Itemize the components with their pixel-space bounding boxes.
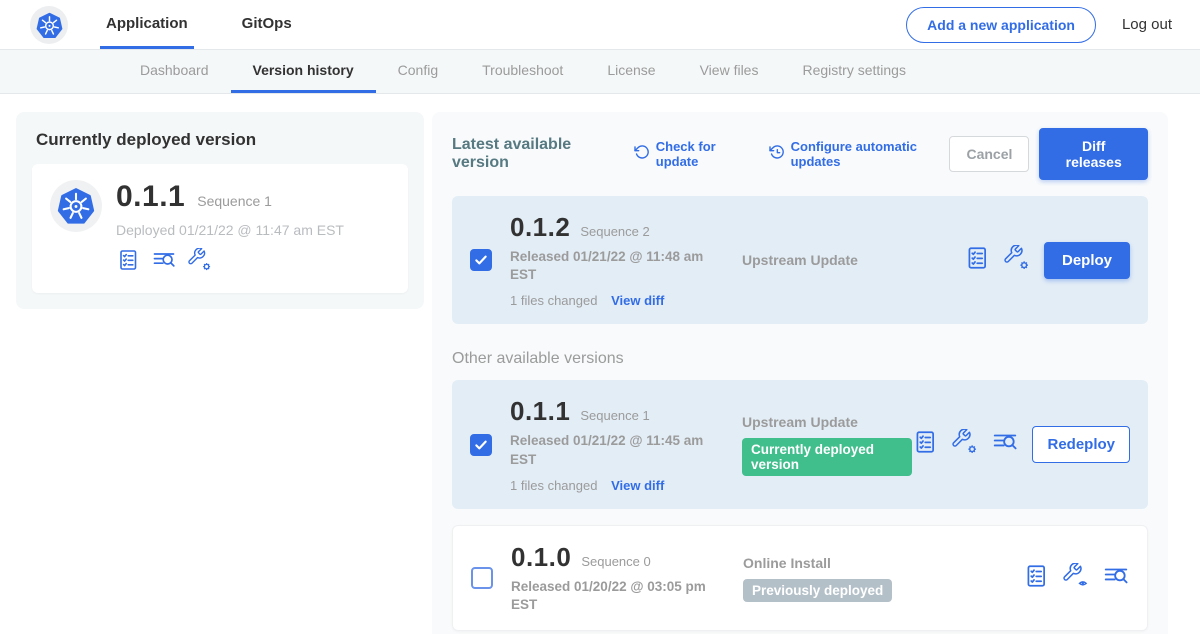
kubernetes-logo[interactable] [30, 6, 68, 44]
currently-deployed-panel: Currently deployed version 0.1.1 Sequenc… [16, 112, 424, 309]
files-changed-label: 1 files changed [510, 478, 597, 493]
deployed-timestamp: Deployed 01/21/22 @ 11:47 am EST [116, 222, 344, 238]
check-for-update-link[interactable]: Check for update [634, 139, 749, 169]
version-row-0-1-0: 0.1.0 Sequence 0 Released 01/20/22 @ 03:… [452, 525, 1148, 631]
latest-available-title: Latest available version [452, 136, 614, 172]
subnav-view-files[interactable]: View files [678, 50, 781, 93]
tab-gitops[interactable]: GitOps [236, 0, 298, 49]
version-number: 0.1.0 [511, 542, 571, 573]
released-timestamp: Released 01/20/22 @ 03:05 pm EST [511, 578, 716, 614]
deployed-version-number: 0.1.1 [116, 180, 185, 214]
app-subnav: Dashboard Version history Config Trouble… [0, 50, 1200, 94]
sequence-label: Sequence 2 [580, 224, 649, 239]
subnav-troubleshoot[interactable]: Troubleshoot [460, 50, 585, 93]
top-tabs: Application GitOps [100, 0, 340, 49]
sequence-label: Sequence 0 [581, 554, 650, 569]
redeploy-button[interactable]: Redeploy [1032, 426, 1130, 463]
subnav-version-history[interactable]: Version history [231, 50, 376, 93]
configure-auto-updates-label: Configure automatic updates [791, 139, 950, 169]
version-row-0-1-2: 0.1.2 Sequence 2 Released 01/21/22 @ 11:… [452, 196, 1148, 324]
logs-magnifier-icon[interactable] [1103, 563, 1129, 594]
other-versions-title: Other available versions [452, 350, 1148, 368]
deployed-version-card: 0.1.1 Sequence 1 Deployed 01/21/22 @ 11:… [32, 164, 408, 293]
deploy-button[interactable]: Deploy [1044, 242, 1130, 279]
logs-magnifier-icon[interactable] [152, 248, 176, 277]
configure-auto-updates-link[interactable]: Configure automatic updates [769, 139, 950, 169]
currently-deployed-title: Currently deployed version [32, 130, 408, 150]
subnav-dashboard[interactable]: Dashboard [118, 50, 231, 93]
add-new-application-button[interactable]: Add a new application [906, 7, 1096, 43]
subnav-config[interactable]: Config [376, 50, 460, 93]
config-wrench-eye-icon[interactable] [1063, 563, 1089, 594]
config-wrench-gear-icon[interactable] [188, 248, 212, 277]
check-for-update-label: Check for update [656, 139, 749, 169]
preflight-checklist-icon[interactable] [116, 248, 140, 277]
tab-application[interactable]: Application [100, 0, 194, 49]
diff-releases-button[interactable]: Diff releases [1039, 128, 1148, 180]
topnav-right: Add a new application Log out [906, 0, 1200, 49]
sequence-label: Sequence 1 [580, 408, 649, 423]
clock-arrow-icon [769, 144, 785, 165]
refresh-icon [634, 144, 650, 165]
files-changed-label: 1 files changed [510, 293, 597, 308]
currently-deployed-badge: Currently deployed version [742, 438, 912, 476]
released-timestamp: Released 01/21/22 @ 11:45 am EST [510, 432, 715, 468]
released-timestamp: Released 01/21/22 @ 11:48 am EST [510, 248, 715, 284]
version-source-label: Upstream Update [742, 414, 912, 430]
logout-button[interactable]: Log out [1122, 16, 1172, 33]
subnav-registry-settings[interactable]: Registry settings [780, 50, 927, 93]
version-source-label: Online Install [743, 555, 1023, 571]
preflight-checklist-icon[interactable] [1023, 563, 1049, 594]
deployed-sequence-label: Sequence 1 [197, 193, 272, 209]
version-number: 0.1.1 [510, 396, 570, 427]
version-number: 0.1.2 [510, 212, 570, 243]
version-source-label: Upstream Update [742, 252, 964, 268]
view-diff-link[interactable]: View diff [611, 293, 664, 308]
preflight-checklist-icon[interactable] [964, 245, 990, 276]
latest-version-header: Latest available version Check for updat… [452, 128, 1148, 180]
available-versions-panel: Latest available version Check for updat… [432, 112, 1168, 634]
top-navbar: Application GitOps Add a new application… [0, 0, 1200, 50]
config-wrench-gear-icon[interactable] [1004, 245, 1030, 276]
version-row-0-1-1: 0.1.1 Sequence 1 Released 01/21/22 @ 11:… [452, 380, 1148, 508]
main-content: Currently deployed version 0.1.1 Sequenc… [0, 94, 1200, 634]
view-diff-link[interactable]: View diff [611, 478, 664, 493]
config-wrench-gear-icon[interactable] [952, 429, 978, 460]
subnav-license[interactable]: License [585, 50, 677, 93]
version-checkbox[interactable] [470, 434, 492, 456]
version-checkbox[interactable] [470, 249, 492, 271]
version-checkbox[interactable] [471, 567, 493, 589]
app-kubernetes-icon [50, 180, 102, 232]
preflight-checklist-icon[interactable] [912, 429, 938, 460]
cancel-button[interactable]: Cancel [949, 136, 1029, 172]
logs-magnifier-icon[interactable] [992, 429, 1018, 460]
previously-deployed-badge: Previously deployed [743, 579, 892, 602]
